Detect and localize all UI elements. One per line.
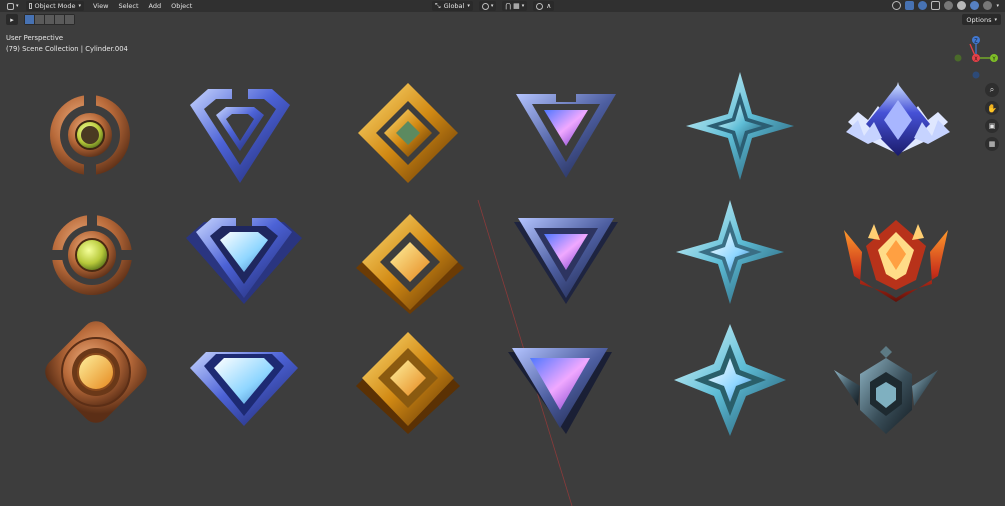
proportional-edit-dropdown[interactable]: ∧ [533,1,555,11]
3d-viewport[interactable] [0,25,1005,506]
badge-platinum-3 [508,348,612,434]
chevron-down-icon: ▾ [78,3,81,9]
mode-label: Object Mode [34,2,76,10]
badge-bronze-1 [50,93,130,177]
chevron-down-icon: ▾ [490,3,494,9]
badge-bronze-3 [45,321,147,423]
badge-diamond-2 [676,200,784,304]
select-invert-icon[interactable] [55,15,64,24]
editor-type-button[interactable]: ▾ [4,1,24,11]
editor-type-icon [7,2,14,10]
mode-dropdown[interactable]: Object Mode ▾ [26,1,84,11]
menu-select[interactable]: Select [118,2,138,10]
badge-sapphire-3 [190,352,298,426]
select-intersect-icon[interactable] [65,15,74,24]
overlay-toggle-icon[interactable] [918,1,928,10]
orientation-label: Global [443,2,465,10]
viewport-right-controls: ▾ [892,1,999,10]
snap-target-icon: ▦ [513,2,520,10]
falloff-icon: ∧ [546,2,552,10]
menu-view[interactable]: View [93,2,108,10]
transform-orientation-dropdown[interactable]: ⤡ Global ▾ [432,1,473,11]
menu-add[interactable]: Add [149,2,162,10]
select-new-icon[interactable] [25,15,34,24]
snapping-dropdown[interactable]: ⋂ ▦ ▾ [502,1,528,11]
chevron-down-icon: ▾ [467,3,470,9]
transform-controls: ⤡ Global ▾ ▾ ⋂ ▦ ▾ ∧ [432,1,555,11]
pivot-icon [481,2,489,10]
chevron-down-icon: ▾ [994,16,997,23]
badge-gold-2 [356,214,464,314]
wireframe-shading-icon[interactable] [944,1,954,10]
badge-bronze-2 [50,213,134,295]
rendered-shading-icon[interactable] [983,1,993,10]
badge-platinum-1 [516,92,616,178]
options-label: Options [966,15,992,24]
chevron-down-icon: ▾ [521,3,525,9]
chevron-down-icon: ▾ [16,3,19,9]
object-mode-icon [29,3,32,9]
gizmo-toggle-icon[interactable] [905,1,915,10]
material-preview-icon[interactable] [970,1,980,10]
select-tool-button[interactable]: ▸ [6,14,18,25]
xray-icon[interactable] [931,1,941,10]
chevron-down-icon[interactable]: ▾ [996,3,999,9]
badge-dark-hexagon [834,346,938,434]
visibility-icon[interactable] [892,1,902,10]
badge-fire-crown [844,220,948,302]
badge-sapphire-2 [186,216,302,304]
solid-shading-icon[interactable] [957,1,967,10]
options-dropdown[interactable]: Options ▾ [962,14,1001,25]
badge-diamond-1 [686,72,794,180]
header-menu: View Select Add Object [90,1,205,11]
select-extend-icon[interactable] [35,15,44,24]
badge-diamond-3 [674,324,786,436]
tool-header: ▸ [6,14,75,25]
badge-gold-1 [358,83,458,183]
pivot-point-dropdown[interactable]: ▾ [478,1,497,11]
selection-mode-group [24,14,75,25]
select-subtract-icon[interactable] [45,15,54,24]
badge-platinum-2 [514,218,618,304]
badge-sapphire-1 [190,87,290,183]
orientation-icon: ⤡ [435,1,441,10]
proportional-edit-icon [536,2,544,10]
badge-gold-3 [356,332,460,434]
menu-object[interactable]: Object [171,2,192,10]
badge-crystal-crown [846,82,950,156]
viewport-header: ▾ Object Mode ▾ View Select Add Object ⤡… [0,0,1005,12]
magnet-icon: ⋂ [505,2,512,10]
cursor-icon: ▸ [10,15,14,24]
